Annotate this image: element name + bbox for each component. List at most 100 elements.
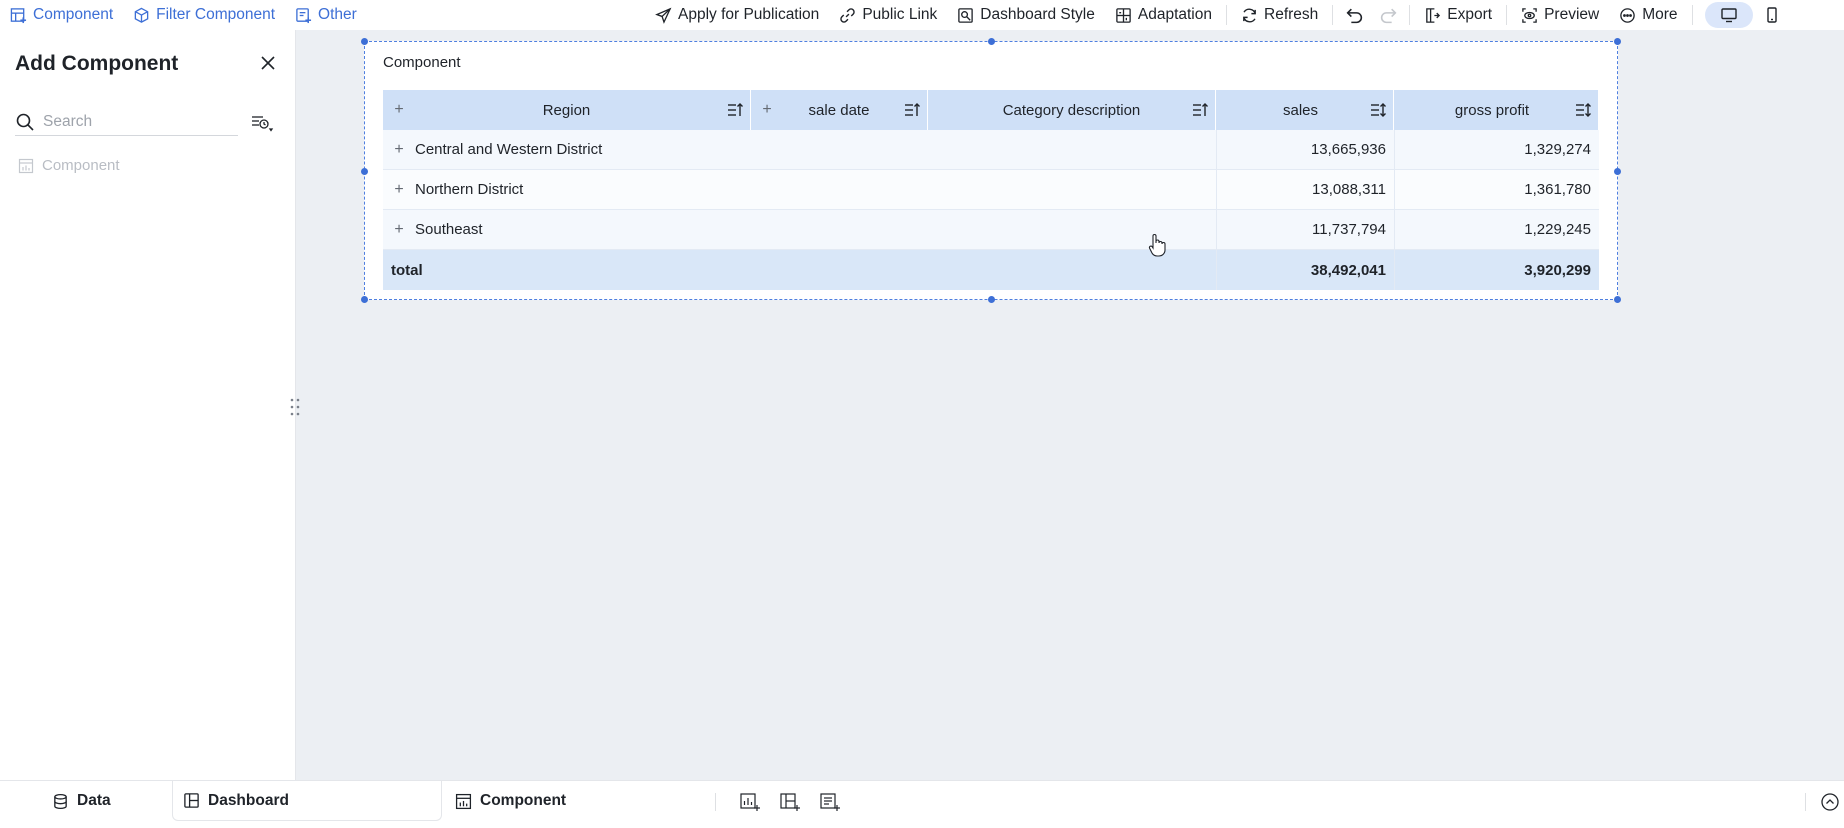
column-header-gross-profit[interactable]: gross profit xyxy=(1394,90,1599,130)
adaptation-icon xyxy=(1116,7,1131,23)
bottom-divider xyxy=(715,793,716,811)
tab-component[interactable]: Component xyxy=(455,781,595,821)
tab-dashboard[interactable]: Dashboard xyxy=(172,781,442,821)
adaptation-button[interactable]: Adaptation xyxy=(1105,0,1222,30)
add-component-panel: Add Component Component xyxy=(0,30,296,780)
history-filter-icon xyxy=(252,116,274,132)
export-label: Export xyxy=(1447,6,1493,23)
table-add-icon xyxy=(10,7,27,23)
resize-handle[interactable] xyxy=(288,396,302,418)
preview-button[interactable]: Preview xyxy=(1511,0,1609,30)
total-gross-profit-cell: 3,920,299 xyxy=(1394,250,1599,290)
more-icon xyxy=(1620,7,1636,23)
bottom-divider xyxy=(1805,793,1806,811)
resize-handle-bottom-left[interactable] xyxy=(361,296,368,303)
other-label: Other xyxy=(318,6,357,23)
preview-label: Preview xyxy=(1544,6,1600,23)
row-label-cell: + Northern District xyxy=(383,170,1216,209)
dashboard-icon xyxy=(184,793,199,808)
hand-cursor-icon xyxy=(1148,234,1166,257)
sort-ascending-icon[interactable] xyxy=(903,101,921,119)
total-sales-cell: 38,492,041 xyxy=(1216,250,1394,290)
mobile-view-button[interactable] xyxy=(1755,2,1789,28)
expand-plus-icon[interactable]: + xyxy=(391,141,407,158)
panel-item-component[interactable]: Component xyxy=(18,157,120,174)
column-header-sale-date[interactable]: + sale date xyxy=(751,90,928,130)
total-label: total xyxy=(391,261,423,279)
mobile-icon xyxy=(1766,7,1777,23)
close-button[interactable] xyxy=(255,50,281,76)
dashboard-add-icon xyxy=(780,793,800,811)
apply-publication-label: Apply for Publication xyxy=(678,6,820,23)
resize-handle-right[interactable] xyxy=(1614,168,1621,175)
send-icon xyxy=(655,7,672,24)
toolbar-divider xyxy=(1691,5,1693,25)
sort-ascending-icon[interactable] xyxy=(1191,101,1209,119)
resize-handle-top[interactable] xyxy=(988,38,995,45)
resize-handle-top-left[interactable] xyxy=(361,38,368,45)
filter-cube-icon xyxy=(134,7,149,23)
row-label-cell: + Central and Western District xyxy=(383,130,1216,169)
new-component-button[interactable] xyxy=(738,791,762,813)
link-icon xyxy=(840,7,856,23)
refresh-button[interactable]: Refresh xyxy=(1231,0,1328,30)
redo-button[interactable] xyxy=(1371,0,1405,30)
expand-plus-icon[interactable]: + xyxy=(391,101,407,118)
more-button[interactable]: More xyxy=(1609,0,1687,30)
apply-publication-button[interactable]: Apply for Publication xyxy=(645,0,829,30)
expand-plus-icon[interactable]: + xyxy=(759,101,775,118)
column-header-category[interactable]: Category description xyxy=(928,90,1216,130)
tab-dashboard-label: Dashboard xyxy=(208,791,289,809)
toolbar-divider xyxy=(1409,5,1411,25)
new-dashboard-button[interactable] xyxy=(778,791,802,813)
new-report-button[interactable] xyxy=(818,791,842,813)
style-icon xyxy=(958,7,974,23)
search-box xyxy=(15,108,238,136)
undo-button[interactable] xyxy=(1337,0,1371,30)
collapse-button[interactable] xyxy=(1818,791,1842,813)
other-button[interactable]: Other xyxy=(285,0,367,30)
panel-item-label: Component xyxy=(42,157,120,174)
resize-handle-bottom[interactable] xyxy=(988,296,995,303)
sort-both-icon[interactable] xyxy=(1574,101,1592,119)
table-row: + Southeast 11,737,794 1,229,245 xyxy=(383,210,1599,250)
public-link-button[interactable]: Public Link xyxy=(829,0,947,30)
sort-both-icon[interactable] xyxy=(1369,101,1387,119)
resize-handle-left[interactable] xyxy=(361,168,368,175)
public-link-label: Public Link xyxy=(862,6,938,23)
desktop-view-button[interactable] xyxy=(1704,2,1753,28)
gross-profit-cell: 1,361,780 xyxy=(1394,170,1599,209)
resize-handle-top-right[interactable] xyxy=(1614,38,1621,45)
table-component[interactable]: Component + Region + sale date Category … xyxy=(361,38,1621,303)
expand-plus-icon[interactable]: + xyxy=(391,221,407,238)
sales-cell: 13,665,936 xyxy=(1216,130,1394,169)
table-row: + Central and Western District 13,665,93… xyxy=(383,130,1599,170)
resize-handle-bottom-right[interactable] xyxy=(1614,296,1621,303)
dashboard-style-label: Dashboard Style xyxy=(980,6,1095,23)
chart-table-icon xyxy=(455,793,472,809)
filter-component-button[interactable]: Filter Component xyxy=(123,0,285,30)
toolbar-left-group: Component Filter Component Other xyxy=(0,0,367,30)
add-component-button[interactable]: Component xyxy=(0,0,123,30)
region-value: Central and Western District xyxy=(415,141,603,158)
sales-cell: 11,737,794 xyxy=(1216,210,1394,249)
export-button[interactable]: Export xyxy=(1414,0,1502,30)
history-filter-button[interactable] xyxy=(245,110,279,136)
other-add-icon xyxy=(296,7,312,23)
preview-icon xyxy=(1522,7,1537,23)
report-add-icon xyxy=(820,793,840,811)
tab-data[interactable]: Data xyxy=(52,781,162,821)
region-value: Northern District xyxy=(415,181,524,198)
table-row: + Northern District 13,088,311 1,361,780 xyxy=(383,170,1599,210)
column-header-label: sales xyxy=(1282,101,1319,119)
expand-plus-icon[interactable]: + xyxy=(391,181,407,198)
column-header-region[interactable]: + Region xyxy=(383,90,751,130)
column-header-sales[interactable]: sales xyxy=(1216,90,1394,130)
sort-ascending-icon[interactable] xyxy=(726,101,744,119)
row-label-cell: + Southeast xyxy=(383,210,1216,249)
search-input[interactable] xyxy=(43,112,223,131)
panel-title: Add Component xyxy=(15,52,179,75)
region-value: Southeast xyxy=(415,221,483,238)
dashboard-style-button[interactable]: Dashboard Style xyxy=(947,0,1105,30)
table-header-row: + Region + sale date Category descriptio… xyxy=(383,90,1599,130)
